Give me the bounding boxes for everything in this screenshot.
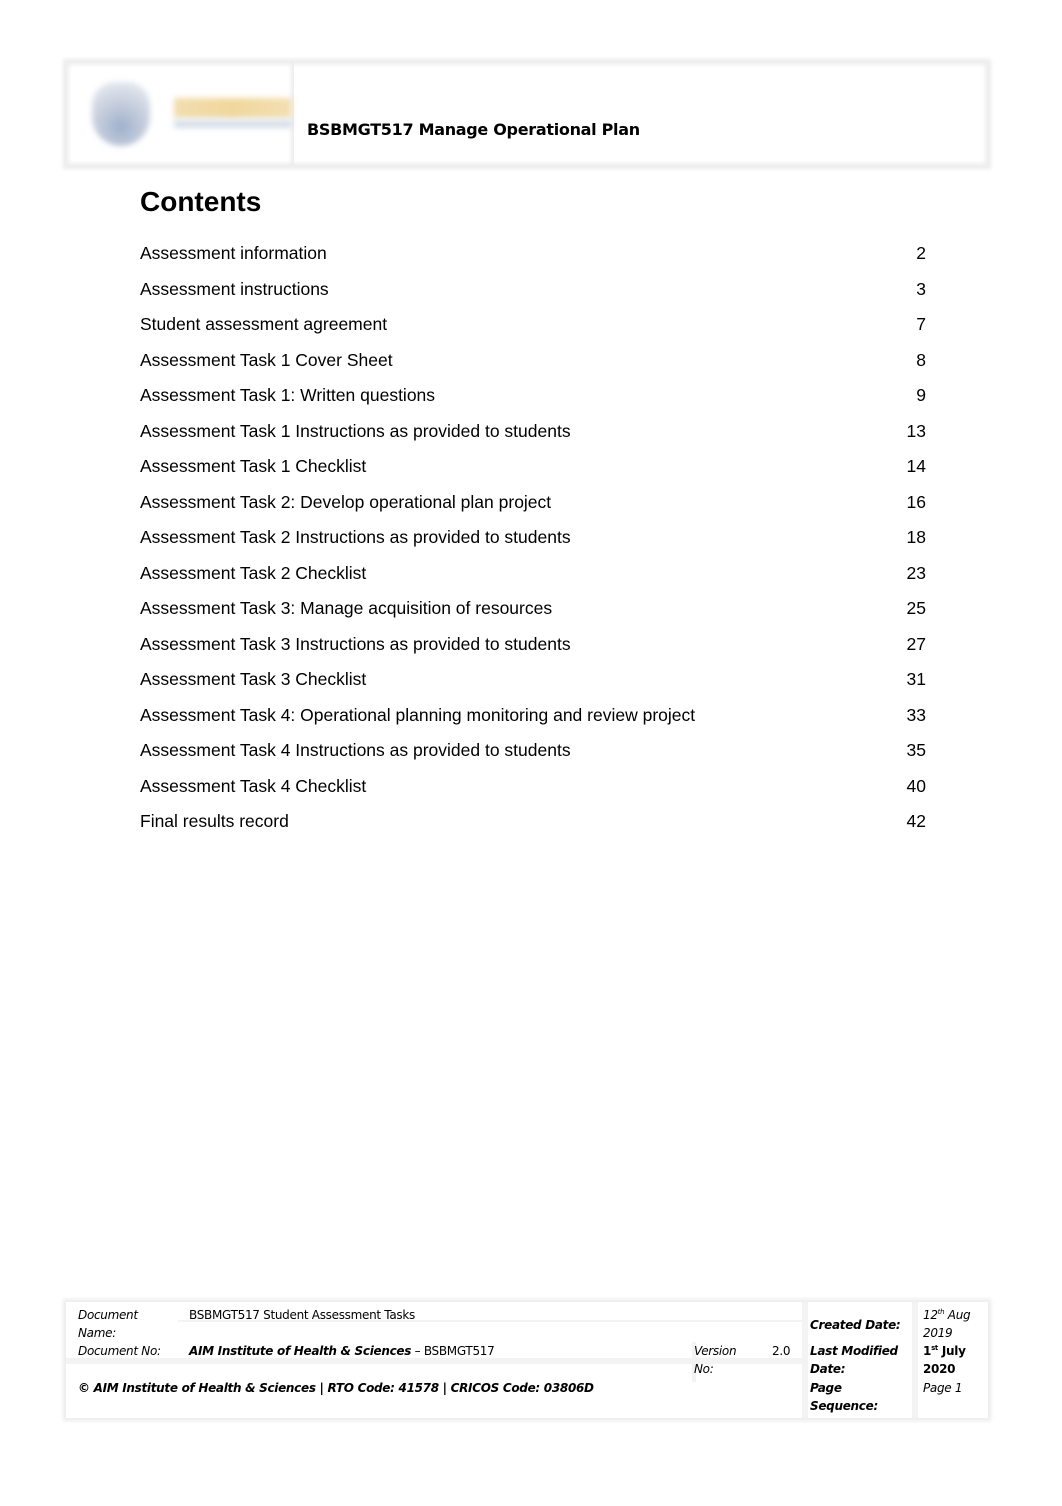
page-sequence-label: Page Sequence: [810, 1380, 878, 1415]
toc-entry-page[interactable]: 8 [896, 350, 926, 370]
toc-entry-page[interactable]: 40 [896, 776, 926, 796]
version-value: 2.0 [772, 1344, 791, 1358]
toc-entry-page[interactable]: 7 [896, 314, 926, 334]
toc-entry-page[interactable]: 3 [896, 279, 926, 299]
page-sequence-label-line1: Page [810, 1381, 842, 1395]
toc-entry[interactable]: Assessment Task 1 Checklist 14 [140, 453, 926, 489]
toc-entry-page[interactable]: 42 [896, 811, 926, 831]
doc-name-label-line1: Document [78, 1308, 138, 1322]
toc-entry-page[interactable]: 33 [896, 705, 926, 725]
toc-entry[interactable]: Assessment Task 1 Cover Sheet 8 [140, 347, 926, 383]
last-modified-label-line2: Date: [810, 1361, 846, 1376]
logo-subtext [174, 120, 292, 128]
toc-entry-label[interactable]: Assessment Task 2: Develop operational p… [140, 492, 551, 512]
header-title: BSBMGT517 Manage Operational Plan [307, 120, 640, 139]
toc-entry[interactable]: Assessment Task 2: Develop operational p… [140, 489, 926, 525]
toc-entry-label[interactable]: Assessment Task 2 Instructions as provid… [140, 527, 571, 547]
last-modified-label-line1: Last Modified [810, 1344, 898, 1358]
logo-crest-icon [92, 82, 150, 146]
toc-entry-page[interactable]: 23 [896, 563, 926, 583]
version-label-line1: Version [694, 1344, 737, 1358]
doc-name-label-line2: Name: [78, 1325, 116, 1340]
toc-entry[interactable]: Assessment Task 4 Instructions as provid… [140, 737, 926, 773]
toc-entry[interactable]: Student assessment agreement 7 [140, 311, 926, 347]
toc-entry[interactable]: Assessment Task 1 Instructions as provid… [140, 418, 926, 454]
doc-name-label: Document Name: [78, 1307, 138, 1342]
toc-entry-label[interactable]: Assessment Task 4: Operational planning … [140, 705, 695, 725]
toc-entry-label[interactable]: Assessment information [140, 243, 327, 263]
toc-entry-label[interactable]: Student assessment agreement [140, 314, 387, 334]
toc-entry-label[interactable]: Assessment Task 3 Checklist [140, 669, 366, 689]
toc-entry[interactable]: Assessment Task 4 Checklist 40 [140, 773, 926, 809]
version-label: Version No: [694, 1343, 737, 1378]
toc-entry[interactable]: Assessment Task 3: Manage acquisition of… [140, 595, 926, 631]
toc-entry-page[interactable]: 25 [896, 598, 926, 618]
doc-name-value: BSBMGT517 Student Assessment Tasks [189, 1308, 415, 1322]
modified-month: July [937, 1344, 966, 1358]
document-header: BSBMGT517 Manage Operational Plan [66, 62, 988, 166]
toc-entry-label[interactable]: Assessment Task 3 Instructions as provid… [140, 634, 571, 654]
footer-divider [802, 1302, 808, 1418]
created-day: 12 [923, 1308, 938, 1322]
created-date-value: 12th Aug 2019 [923, 1307, 971, 1342]
toc-entry[interactable]: Assessment Task 3 Instructions as provid… [140, 631, 926, 667]
toc-entry[interactable]: Assessment Task 2 Instructions as provid… [140, 524, 926, 560]
toc-entry-label[interactable]: Assessment Task 1 Checklist [140, 456, 366, 476]
toc-entry-page[interactable]: 13 [896, 421, 926, 441]
toc-entry-label[interactable]: Assessment Task 1 Cover Sheet [140, 350, 393, 370]
modified-day-suffix: st [931, 1344, 938, 1352]
logo-cell [66, 62, 294, 166]
copyright-line: © AIM Institute of Health & Sciences | R… [78, 1381, 594, 1395]
page-sequence-value: Page 1 [923, 1381, 963, 1395]
created-month: Aug [944, 1308, 971, 1322]
toc-entry-page[interactable]: 18 [896, 527, 926, 547]
toc-entry-page[interactable]: 2 [896, 243, 926, 263]
page-sequence-label-line2: Sequence: [810, 1398, 878, 1413]
toc-entry-label[interactable]: Assessment Task 4 Instructions as provid… [140, 740, 571, 760]
toc-entry-page[interactable]: 27 [896, 634, 926, 654]
doc-no-label: Document No: [78, 1344, 161, 1358]
toc-entry-label[interactable]: Assessment instructions [140, 279, 329, 299]
toc-entry[interactable]: Final results record 42 [140, 808, 926, 844]
toc-entry-page[interactable]: 9 [896, 385, 926, 405]
footer-divider [912, 1302, 918, 1418]
doc-no-org: AIM Institute of Health & Sciences [189, 1344, 412, 1358]
toc-entry[interactable]: Assessment Task 1: Written questions 9 [140, 382, 926, 418]
toc-entry-label[interactable]: Assessment Task 2 Checklist [140, 563, 366, 583]
toc-entry-label[interactable]: Final results record [140, 811, 289, 831]
toc-entry-page[interactable]: 16 [896, 492, 926, 512]
toc-entry-label[interactable]: Assessment Task 1 Instructions as provid… [140, 421, 571, 441]
doc-no-code: – BSBMGT517 [411, 1344, 495, 1358]
toc-entry[interactable]: Assessment information 2 [140, 240, 926, 276]
toc-entry[interactable]: Assessment instructions 3 [140, 276, 926, 312]
document-footer: Document Name: BSBMGT517 Student Assessm… [66, 1302, 988, 1418]
last-modified-value: 1st July 2020 [923, 1343, 966, 1378]
toc-entry-page[interactable]: 31 [896, 669, 926, 689]
toc-entry[interactable]: Assessment Task 4: Operational planning … [140, 702, 926, 738]
modified-day: 1 [923, 1344, 932, 1358]
toc-entry-page[interactable]: 35 [896, 740, 926, 760]
created-date-label: Created Date: [810, 1318, 901, 1332]
toc-entry-label[interactable]: Assessment Task 3: Manage acquisition of… [140, 598, 552, 618]
created-year: 2019 [923, 1325, 953, 1340]
toc-entry-label[interactable]: Assessment Task 4 Checklist [140, 776, 366, 796]
toc-list: Assessment information 2 Assessment instru… [140, 240, 926, 844]
toc-entry-label[interactable]: Assessment Task 1: Written questions [140, 385, 435, 405]
modified-year: 2020 [923, 1361, 956, 1376]
logo-wordmark [174, 98, 292, 118]
toc-entry[interactable]: Assessment Task 2 Checklist 23 [140, 560, 926, 596]
toc-entry[interactable]: Assessment Task 3 Checklist 31 [140, 666, 926, 702]
toc-heading: Contents [140, 186, 262, 217]
toc-entry-page[interactable]: 14 [896, 456, 926, 476]
doc-no-value: AIM Institute of Health & Sciences – BSB… [189, 1343, 495, 1361]
version-label-line2: No: [694, 1361, 714, 1376]
last-modified-label: Last Modified Date: [810, 1343, 898, 1378]
